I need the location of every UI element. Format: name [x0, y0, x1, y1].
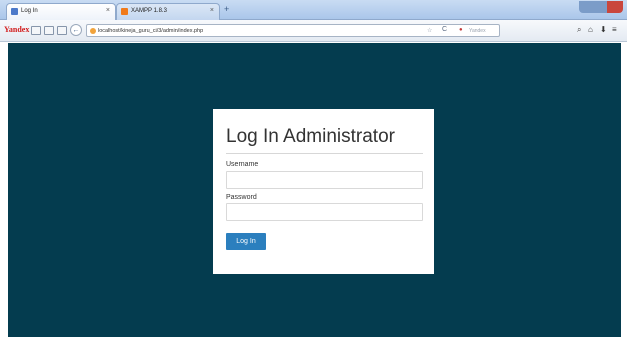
browser-brand-logo[interactable]: Yandex — [4, 25, 29, 34]
window-close-button[interactable] — [607, 1, 623, 13]
browser-window: Log In × XAMPP 1.8.3 × + Yandex ← localh… — [0, 0, 627, 337]
page-title: Log In Administrator — [226, 126, 395, 147]
tab-xampp[interactable]: XAMPP 1.8.3 × — [116, 3, 220, 20]
minimize-button[interactable] — [579, 1, 593, 13]
back-button[interactable]: ← — [70, 24, 82, 36]
login-panel: Log In Administrator Username Password L… — [213, 109, 434, 274]
page-favicon-icon — [11, 8, 18, 15]
tab-login-label: Log In — [21, 8, 38, 14]
page-icon[interactable] — [57, 26, 67, 35]
xampp-favicon-icon — [121, 8, 128, 15]
password-label: Password — [226, 194, 257, 201]
star-icon[interactable]: ☆ — [427, 27, 432, 34]
login-button[interactable]: Log In — [226, 233, 266, 250]
home-icon[interactable]: ⌂ — [588, 25, 593, 34]
tab-login[interactable]: Log In × — [6, 3, 116, 20]
search-field[interactable]: Yandex — [469, 28, 486, 34]
bookmarks-icon[interactable] — [44, 26, 54, 35]
download-icon[interactable]: ⬇ — [600, 25, 607, 34]
reload-icon[interactable]: C — [442, 26, 447, 33]
page-viewport: Log In Administrator Username Password L… — [8, 43, 621, 337]
close-icon[interactable]: × — [106, 7, 110, 14]
window-controls — [579, 1, 623, 13]
browser-toolbar: Yandex ← localhost/kineja_guru_ci/3/admi… — [0, 20, 627, 42]
new-tab-button[interactable]: + — [224, 4, 229, 14]
tab-strip: Log In × XAMPP 1.8.3 × + — [0, 0, 627, 20]
site-info-icon[interactable] — [90, 28, 96, 34]
title-divider — [226, 153, 423, 154]
username-input[interactable] — [226, 171, 423, 189]
search-engine-icon[interactable]: ● — [459, 27, 463, 33]
maximize-button[interactable] — [593, 1, 607, 13]
url-text[interactable]: localhost/kineja_guru_ci/3/admin/index.p… — [98, 28, 203, 34]
close-icon[interactable]: × — [210, 7, 214, 14]
tabs-overview-icon[interactable] — [31, 26, 41, 35]
address-bar[interactable]: localhost/kineja_guru_ci/3/admin/index.p… — [86, 24, 500, 37]
password-input[interactable] — [226, 203, 423, 221]
tab-xampp-label: XAMPP 1.8.3 — [131, 8, 167, 14]
username-label: Username — [226, 161, 259, 168]
search-icon[interactable]: ⌕ — [577, 25, 581, 35]
menu-icon[interactable]: ≡ — [612, 25, 617, 34]
